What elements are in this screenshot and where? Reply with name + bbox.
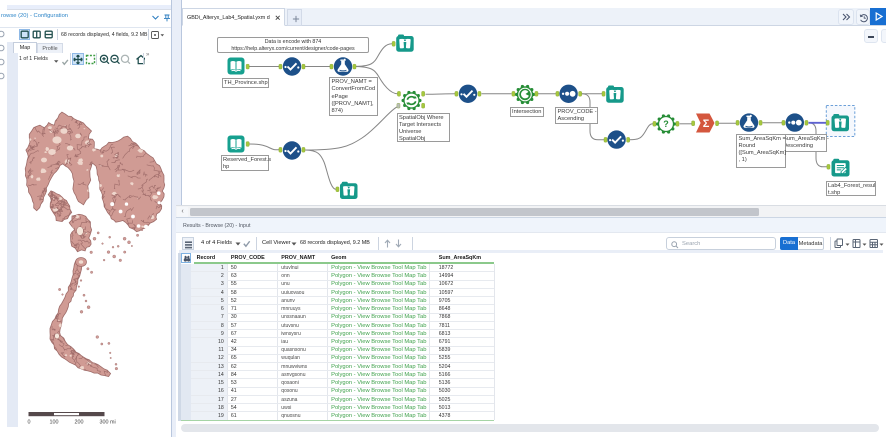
svg-text:300: 300 <box>100 420 109 426</box>
svg-text:0: 0 <box>28 420 31 426</box>
svg-text:200: 200 <box>75 420 84 426</box>
svg-text:Σ: Σ <box>703 118 710 130</box>
svg-text:100: 100 <box>50 420 59 426</box>
svg-text:mi: mi <box>110 420 116 426</box>
svg-text:?: ? <box>663 119 669 129</box>
